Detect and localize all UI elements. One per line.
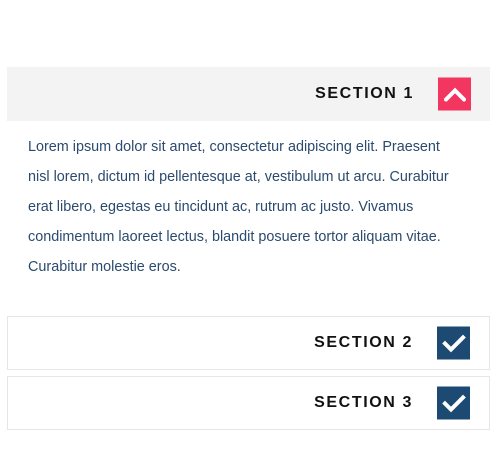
section-1-header[interactable]: SECTION 1 <box>7 67 490 121</box>
section-3-header[interactable]: SECTION 3 <box>7 376 490 430</box>
chevron-up-icon <box>443 87 466 101</box>
section-2-title: SECTION 2 <box>314 334 413 351</box>
section-1-title: SECTION 1 <box>315 85 414 102</box>
checkmark-icon <box>441 394 466 412</box>
checkmark-icon <box>441 334 466 352</box>
section-3-title: SECTION 3 <box>314 394 413 411</box>
section-1-body: Lorem ipsum dolor sit amet, consectetur … <box>28 139 449 275</box>
section-2-toggle-button[interactable] <box>437 326 470 360</box>
accordion: SECTION 1 Lorem ipsum dolor sit amet, co… <box>7 67 490 430</box>
section-1-toggle-button[interactable] <box>438 77 471 111</box>
section-3-toggle-button[interactable] <box>437 386 470 420</box>
section-2-header[interactable]: SECTION 2 <box>7 316 490 370</box>
